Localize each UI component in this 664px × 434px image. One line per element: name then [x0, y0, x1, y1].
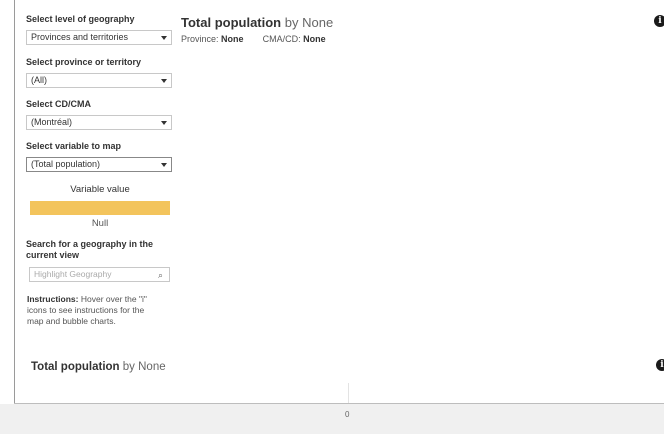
bubble-title-by: by None [119, 361, 166, 373]
search-label-line1: Search for a geography in the [26, 239, 154, 249]
instructions-line2: icons to see instructions for the [27, 305, 145, 315]
variable-value: (Total population) [31, 159, 101, 169]
search-label-line2: current view [26, 250, 80, 260]
chevron-down-icon [157, 158, 171, 171]
variable-label: Select variable to map [26, 141, 122, 151]
geography-label: Select level of geography [26, 14, 135, 24]
cmacd-meta-label: CMA/CD: [262, 34, 301, 44]
search-input[interactable]: Highlight Geography ⌕ [29, 267, 170, 282]
instructions-line3: map and bubble charts. [27, 316, 116, 326]
left-divider [14, 0, 15, 404]
info-icon[interactable]: i [656, 359, 664, 371]
chevron-down-icon [157, 116, 171, 129]
search-label: Search for a geography in the current vi… [26, 239, 153, 261]
info-icon[interactable]: i [654, 15, 664, 27]
geography-value: Provinces and territories [31, 32, 129, 42]
axis-band [0, 404, 664, 434]
legend-swatch [30, 201, 170, 215]
axis-zero-label: 0 [345, 410, 350, 419]
chevron-down-icon [157, 31, 171, 44]
geography-dropdown[interactable]: Provinces and territories [26, 30, 172, 45]
chevron-down-icon [157, 74, 171, 87]
instructions-heading: Instructions: [27, 294, 79, 304]
instructions-text: Instructions: Hover over the "i" icons t… [27, 294, 173, 327]
instructions-line1: Instructions: Hover over the "i" [27, 294, 173, 305]
cmacd-meta-value: None [303, 34, 326, 44]
bubble-title: Total population by None [31, 361, 166, 373]
legend-title: Variable value [70, 184, 130, 195]
search-placeholder: Highlight Geography [34, 269, 112, 279]
map-title-main: Total population [181, 15, 282, 30]
variable-dropdown[interactable]: (Total population) [26, 157, 172, 172]
cdcma-value: (Montréal) [31, 117, 73, 127]
province-dropdown[interactable]: (All) [26, 73, 172, 88]
legend-null-label: Null [91, 218, 109, 229]
map-title: Total population by None [181, 15, 333, 30]
axis-zero-line [348, 383, 349, 403]
instructions-line1-text: Hover over the "i" [78, 294, 147, 304]
map-title-by: by None [281, 15, 334, 30]
province-label: Select province or territory [26, 57, 142, 67]
bubble-title-main: Total population [31, 361, 120, 373]
cdcma-dropdown[interactable]: (Montréal) [26, 115, 172, 130]
dashboard: Select level of geography Provinces and … [0, 0, 664, 434]
province-value: (All) [31, 75, 47, 85]
province-meta-label: Province: [181, 34, 219, 44]
province-meta-value: None [221, 34, 244, 44]
map-subtitle: Province: None CMA/CD: None [181, 34, 326, 44]
cdcma-label: Select CD/CMA [26, 99, 92, 109]
search-icon: ⌕ [157, 270, 163, 280]
